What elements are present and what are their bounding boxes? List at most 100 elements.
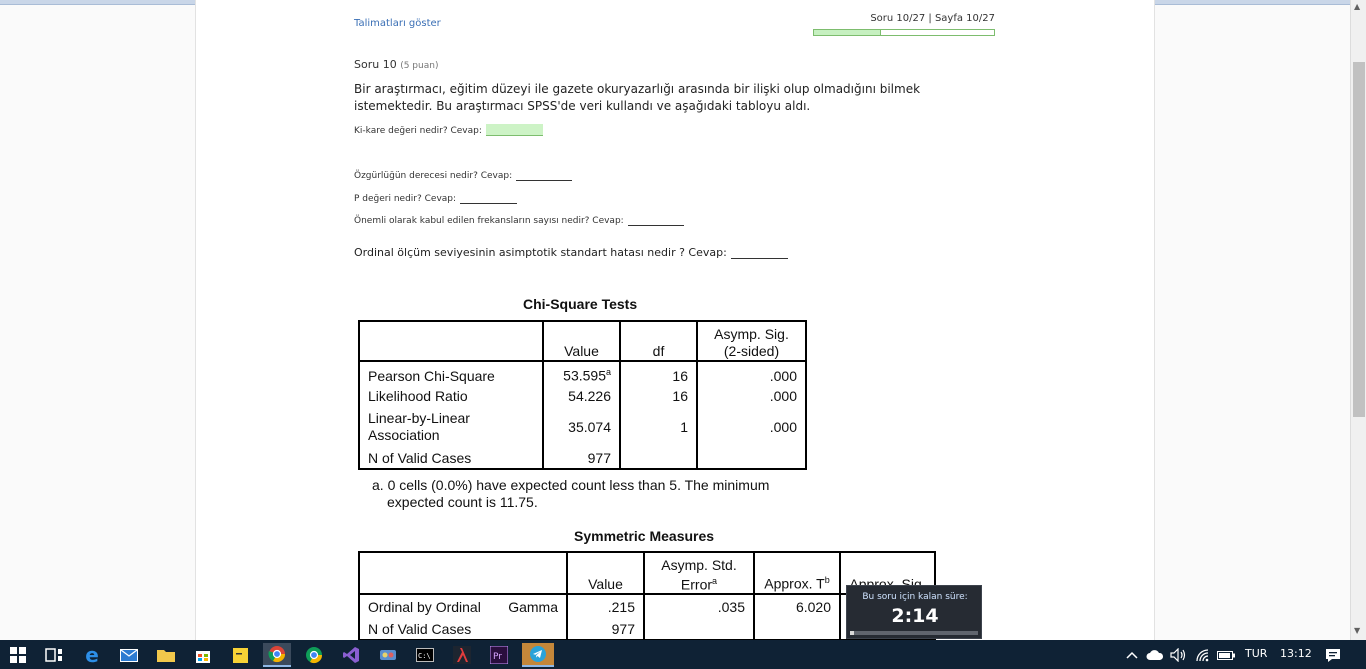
battery-icon[interactable] <box>1212 643 1240 667</box>
answer-field-3[interactable] <box>460 192 518 204</box>
question-4-label: Önemli olarak kabul edilen frekansların … <box>354 216 624 226</box>
question-text: Bir araştırmacı, eğitim düzeyi ile gazet… <box>354 82 921 113</box>
t-cell <box>754 618 841 640</box>
symmetric-table-title: Symmetric Measures <box>574 528 715 544</box>
value-cell: 977 <box>543 447 621 469</box>
taskbar-clock[interactable]: 13:12 <box>1280 647 1312 660</box>
value-cell: .215 <box>567 594 645 618</box>
answer-field-5[interactable] <box>730 247 788 259</box>
page-scrollbar[interactable]: ▲ ▼ <box>1350 0 1366 640</box>
row-label: N of Valid Cases <box>359 447 544 469</box>
premiere-pro-icon[interactable]: Pr <box>485 643 513 667</box>
progress-bar-fill <box>814 30 881 35</box>
sig-cell: .000 <box>769 367 797 384</box>
question-line-2: Özgürlüğün derecesi nedir? Cevap: <box>354 169 573 181</box>
scroll-thumb[interactable] <box>1353 62 1365 417</box>
row-label: N of Valid Cases <box>359 618 568 640</box>
question-line-4: Önemli olarak kabul edilen frekansların … <box>354 214 684 226</box>
value-text: 53.595 <box>563 367 606 384</box>
telegram-icon[interactable] <box>522 643 554 667</box>
row-sublabel: Gamma <box>508 598 558 615</box>
row-label: Pearson Chi-Square <box>359 361 544 385</box>
visual-studio-icon[interactable] <box>337 643 365 667</box>
question-2-label: Özgürlüğün derecesi nedir? Cevap: <box>354 171 513 181</box>
footnote-marker: a <box>712 576 718 587</box>
app-lambda-icon[interactable] <box>448 643 476 667</box>
chrome-icon[interactable] <box>263 643 291 667</box>
question-1-label: Ki-kare değeri nedir? Cevap: <box>354 126 482 136</box>
t-cell: 6.020 <box>754 594 841 618</box>
table-header-cell: Value <box>543 321 621 362</box>
windows-start-icon[interactable] <box>4 643 32 667</box>
error-cell: .035 <box>644 594 755 618</box>
svg-text:Pr: Pr <box>493 652 502 662</box>
mail-icon[interactable] <box>115 643 143 667</box>
question-line-3: P değeri nedir? Cevap: <box>354 192 518 204</box>
table-header-cell: Approx. Tb <box>754 552 841 595</box>
timer-value: 2:14 <box>891 605 939 627</box>
table-header-row: Value df Asymp. Sig. (2-sided) <box>359 321 806 362</box>
table-header-cell <box>359 321 544 362</box>
command-prompt-icon[interactable]: C:\ <box>411 643 439 667</box>
question-title: Soru 10 (5 puan) <box>354 58 438 71</box>
value-cell: 977 <box>567 618 645 640</box>
value-cell: 35.074 <box>543 407 621 447</box>
chrome-profile-icon[interactable] <box>300 643 328 667</box>
right-gutter <box>1155 5 1350 640</box>
table-header-cell: Value <box>567 552 645 595</box>
df-cell <box>620 447 698 469</box>
scroll-up-arrow-icon[interactable]: ▲ <box>1354 2 1360 11</box>
store-icon[interactable] <box>189 643 217 667</box>
sig-cell <box>697 447 806 469</box>
question-line-1: Ki-kare değeri nedir? Cevap: <box>354 124 543 136</box>
header-text: Approx. T <box>764 576 825 592</box>
chi-square-table: Value df Asymp. Sig. (2-sided) Pearson C… <box>358 320 807 470</box>
row-label: Likelihood Ratio <box>359 385 544 407</box>
answer-field-4[interactable] <box>627 214 684 226</box>
answer-field-1[interactable] <box>485 124 543 136</box>
table-row: N of Valid Cases 977 <box>359 447 806 469</box>
chi-square-table-title: Chi-Square Tests <box>523 296 638 312</box>
table-row: Linear-by-Linear Association 35.074 1 .0… <box>359 407 806 447</box>
sticky-notes-icon[interactable] <box>226 643 254 667</box>
svg-text:C:\: C:\ <box>418 652 431 660</box>
control-panel-icon[interactable] <box>374 643 402 667</box>
df-cell: 16 <box>620 385 698 407</box>
table-header-cell: Asymp. Std. Errora <box>644 552 755 595</box>
answer-field-2[interactable] <box>516 169 573 181</box>
table-row: Likelihood Ratio 54.226 16 .000 <box>359 385 806 407</box>
table-header-cell <box>359 552 568 595</box>
progress-bar <box>813 29 995 36</box>
question-3-label: P değeri nedir? Cevap: <box>354 194 457 204</box>
question-points: (5 puan) <box>400 61 439 71</box>
row-label: Ordinal by Ordinal Gamma <box>359 594 568 618</box>
input-language-indicator[interactable]: TUR <box>1245 647 1267 660</box>
value-cell: 54.226 <box>543 385 621 407</box>
timer-label: Bu soru için kalan süre: <box>862 592 968 602</box>
scroll-down-arrow-icon[interactable]: ▼ <box>1354 626 1360 635</box>
sig-cell: .000 <box>769 419 797 435</box>
df-cell: 1 <box>620 407 698 447</box>
edge-browser-icon[interactable]: e <box>78 643 106 667</box>
question-5-label: Ordinal ölçüm seviyesinin asimptotik sta… <box>354 246 727 259</box>
action-center-notification-icon[interactable] <box>1319 643 1347 667</box>
left-gutter <box>0 5 195 640</box>
windows-taskbar: e C:\ Pr TUR 13:12 <box>0 640 1366 669</box>
progress-label: Soru 10/27 | Sayfa 10/27 <box>870 13 995 24</box>
table-row: Pearson Chi-Square 53.595a 16 .000 <box>359 361 806 385</box>
timer-bar-fill <box>850 631 854 635</box>
show-instructions-link[interactable]: Talimatları göster <box>354 18 441 29</box>
table-footnote: a. 0 cells (0.0%) have expected count le… <box>372 477 770 510</box>
row-label-text: Ordinal by Ordinal <box>368 598 481 615</box>
table-header-cell: df <box>620 321 698 362</box>
file-explorer-icon[interactable] <box>152 643 180 667</box>
question-number: Soru 10 <box>354 58 397 71</box>
row-label: Linear-by-Linear Association <box>359 407 544 447</box>
footnote-marker: b <box>824 575 830 586</box>
question-line-5: Ordinal ölçüm seviyesinin asimptotik sta… <box>354 246 788 259</box>
footnote-marker: a <box>605 367 611 378</box>
question-timer: Bu soru için kalan süre: 2:14 <box>846 585 982 639</box>
value-cell: 53.595a <box>543 361 621 385</box>
task-view-icon[interactable] <box>40 643 68 667</box>
error-cell <box>644 618 755 640</box>
